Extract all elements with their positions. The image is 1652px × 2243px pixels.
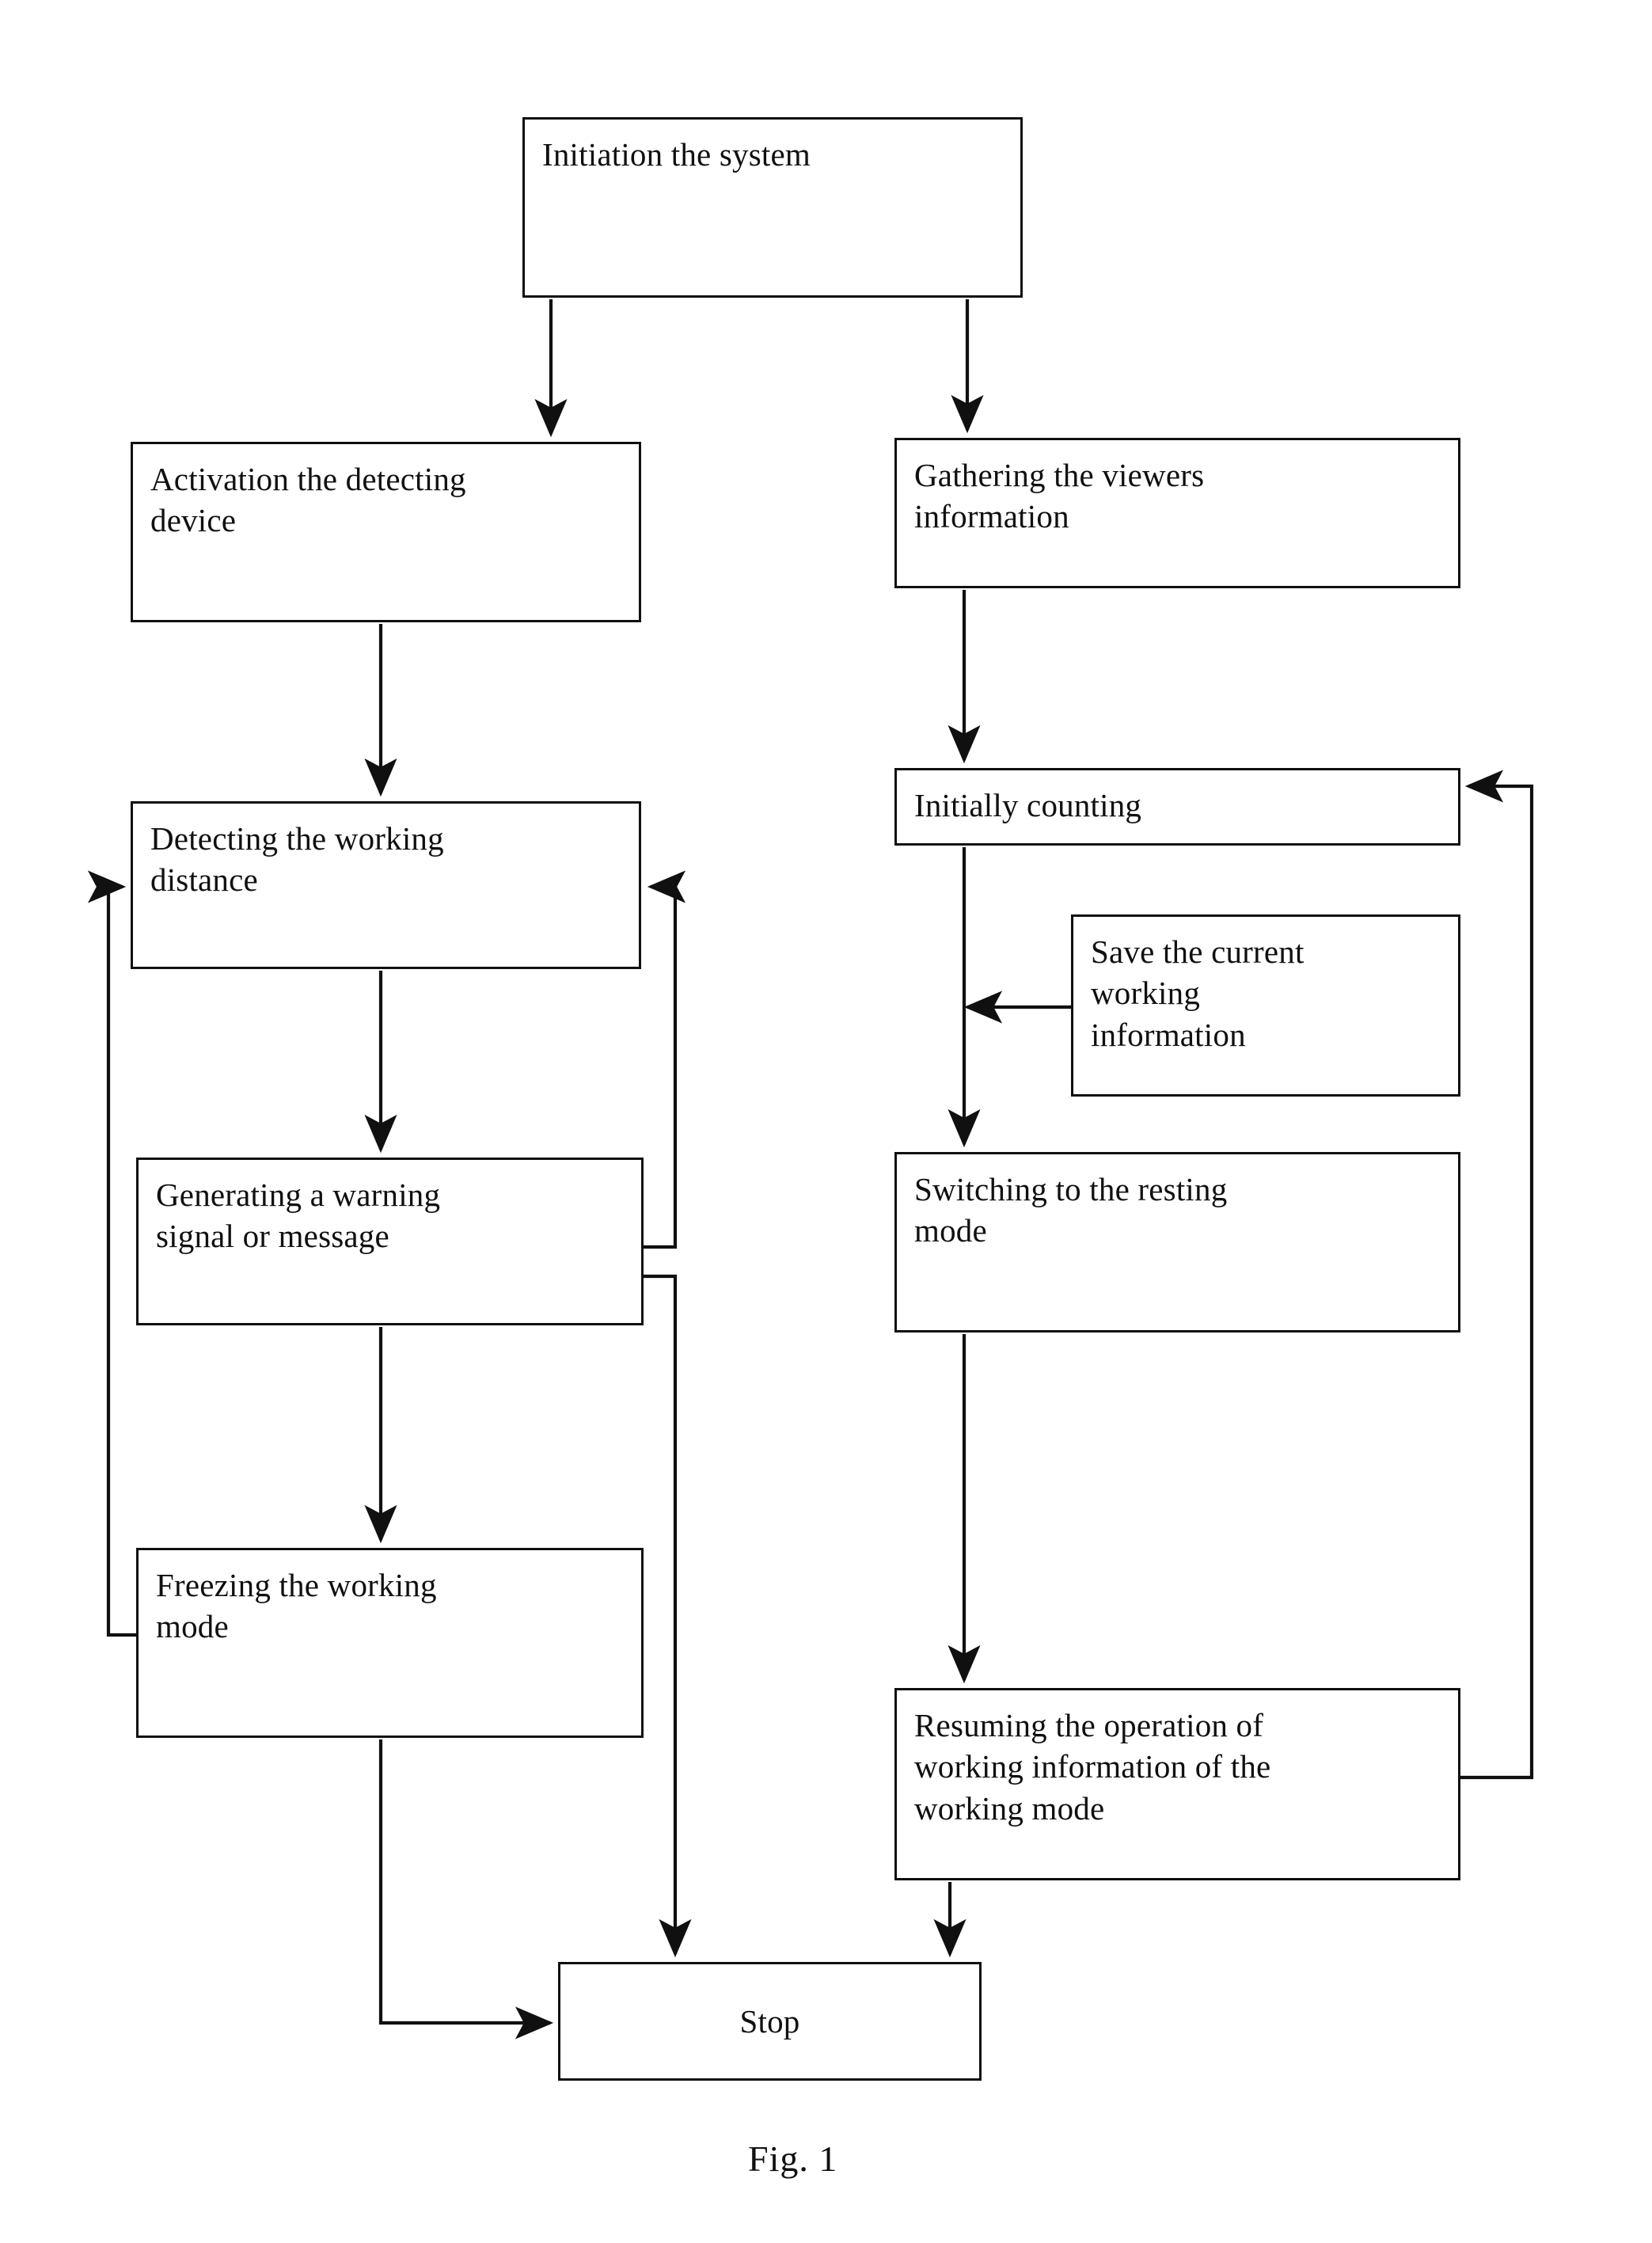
node-stop: Stop [558,1962,982,2081]
edge-generating-to-detecting-loop [644,870,686,1249]
node-save-the-current-working-information: Save the current working information [1071,914,1460,1097]
node-initiation-the-system-label: Initiation the system [542,136,811,173]
node-switching-to-the-resting-mode: Switching to the resting mode [894,1152,1460,1332]
edge-freezing-to-stop [378,1739,554,2040]
node-initially-counting-label: Initially counting [914,787,1142,823]
node-detecting-the-working-distance-label: Detecting the working distance [150,820,444,899]
node-activation-the-detecting-device-label: Activation the detecting device [150,461,466,539]
node-resuming-the-operation-of-working-information: Resuming the operation of working inform… [894,1688,1460,1880]
edge-resuming-to-counting-loop [1460,770,1534,1780]
node-freezing-the-working-mode-label: Freezing the working mode [156,1567,437,1645]
edge-freezing-to-detecting-loop [87,870,136,1637]
node-initiation-the-system: Initiation the system [522,117,1023,298]
node-generating-a-warning-signal-or-message: Generating a warning signal or message [136,1158,644,1325]
node-resuming-the-operation-of-working-information-label: Resuming the operation of working inform… [914,1707,1271,1827]
node-gathering-the-viewers-information: Gathering the viewers information [894,438,1460,588]
node-gathering-the-viewers-information-label: Gathering the viewers information [914,457,1205,535]
node-stop-label: Stop [739,2002,800,2040]
node-activation-the-detecting-device: Activation the detecting device [131,442,641,622]
node-switching-to-the-resting-mode-label: Switching to the resting mode [914,1171,1228,1249]
node-initially-counting: Initially counting [894,768,1460,846]
flowchart-figure: Initiation the system Activation the dete… [0,0,1652,2243]
node-detecting-the-working-distance: Detecting the working distance [131,801,641,969]
flowchart-connectors [87,299,1534,2040]
node-freezing-the-working-mode: Freezing the working mode [136,1548,644,1738]
node-generating-a-warning-signal-or-message-label: Generating a warning signal or message [156,1177,441,1255]
node-save-the-current-working-information-label: Save the current working information [1091,933,1305,1053]
figure-caption: Fig. 1 [748,2138,838,2179]
edge-generating-to-stop [644,1274,692,1958]
